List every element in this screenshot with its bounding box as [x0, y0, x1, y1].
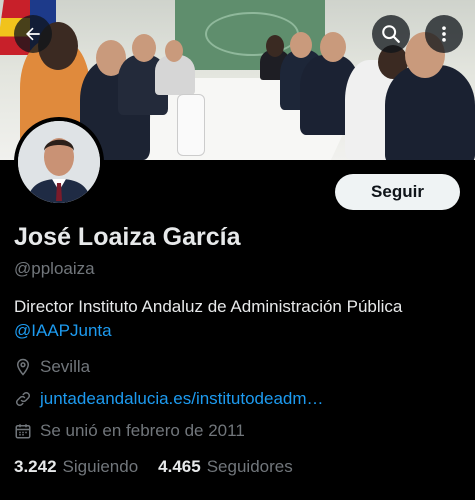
followers-label: Seguidores [206, 457, 293, 476]
website-link[interactable]: juntadeandalucia.es/institutodeadm… [40, 389, 324, 409]
search-button[interactable] [372, 15, 410, 53]
banner-bottle [178, 95, 204, 155]
following-label: Siguiendo [62, 457, 139, 476]
join-date-text: Se unió en febrero de 2011 [40, 421, 245, 440]
banner-person-head [320, 32, 346, 62]
profile-website[interactable]: juntadeandalucia.es/institutodeadm… [14, 389, 324, 409]
profile-join-date: Se unió en febrero de 2011 [14, 421, 245, 441]
profile-handle: @pploaiza [14, 259, 95, 278]
search-icon [382, 25, 400, 43]
arrow-left-icon [26, 27, 40, 41]
calendar-icon [14, 422, 32, 440]
follow-button[interactable]: Seguir [335, 174, 460, 210]
avatar-image [18, 121, 100, 203]
profile-location: Sevilla [14, 357, 90, 377]
followers-stat[interactable]: 4.465 Seguidores [158, 457, 293, 477]
banner-person-head [132, 34, 156, 62]
following-stat[interactable]: 3.242 Siguiendo [14, 457, 138, 477]
profile-bio: Director Instituto Andaluz de Administra… [14, 295, 464, 343]
bio-text: Director Instituto Andaluz de Administra… [14, 297, 403, 316]
more-options-button[interactable] [425, 15, 463, 53]
banner-person-head [290, 32, 312, 58]
banner-person-head [165, 40, 183, 62]
back-button[interactable] [14, 15, 52, 53]
following-count: 3.242 [14, 457, 57, 476]
location-text: Sevilla [40, 357, 91, 376]
banner-person [385, 65, 475, 160]
link-icon [14, 390, 32, 408]
avatar[interactable] [14, 117, 104, 207]
bio-mention-link[interactable]: @IAAPJunta [14, 319, 464, 343]
banner-person-head [266, 35, 284, 57]
more-vertical-icon [442, 26, 446, 42]
profile-name: José Loaiza García [14, 223, 241, 251]
location-pin-icon [14, 358, 32, 376]
followers-count: 4.465 [158, 457, 201, 476]
profile-stats: 3.242 Siguiendo 4.465 Seguidores [14, 457, 313, 477]
